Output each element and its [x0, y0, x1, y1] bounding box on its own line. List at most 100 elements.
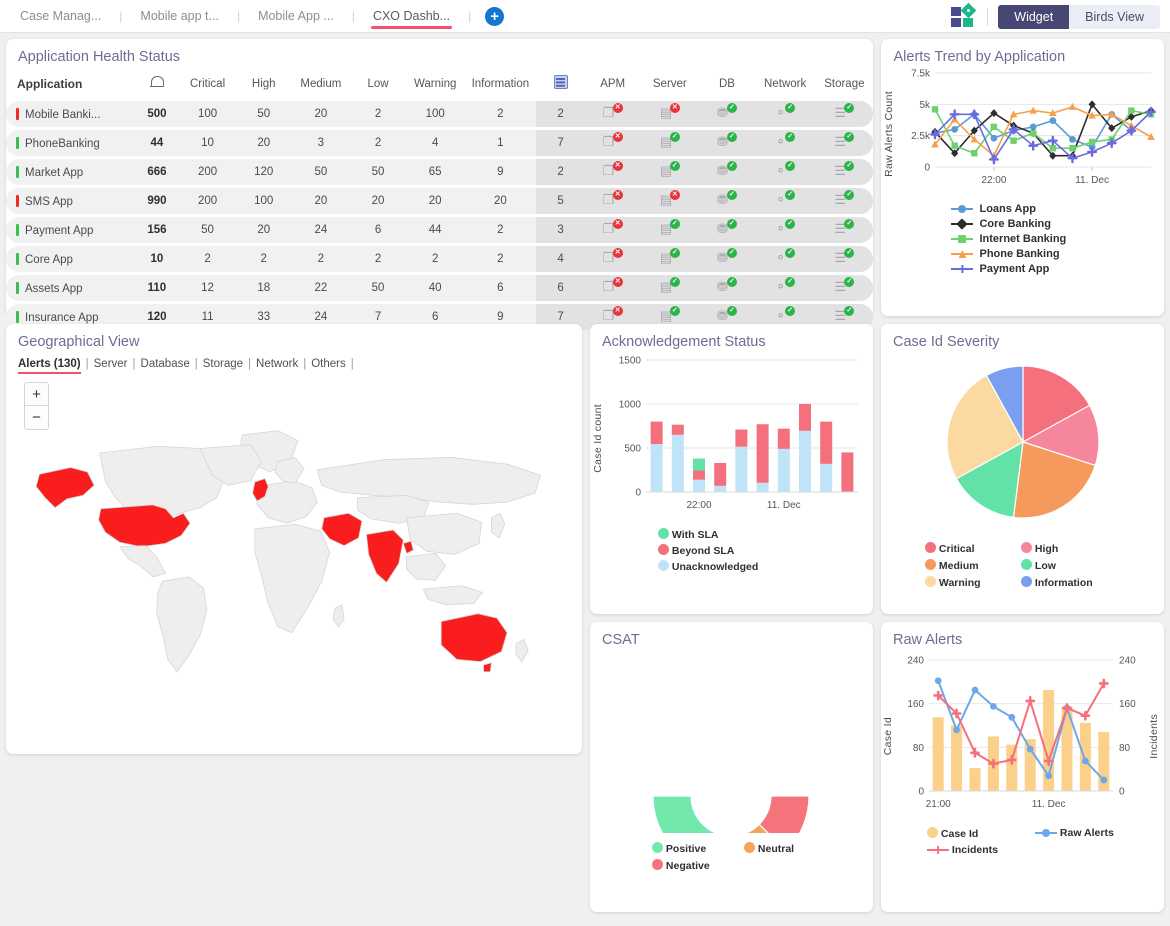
- column-header-db[interactable]: DB: [699, 69, 755, 101]
- legend-item[interactable]: Loans App: [951, 203, 1164, 215]
- gauge-segment-negative[interactable]: [758, 795, 810, 853]
- table-row[interactable]: Payment App 156 50 20 24 6 44 2 3 ❐ ✕ ▤ ✓ ⛃ ✓ ⚬ ✓ ☰ ✓: [6, 217, 874, 243]
- column-header-alerts[interactable]: [134, 69, 179, 101]
- widget-view-button[interactable]: Widget: [998, 4, 1070, 29]
- table-row[interactable]: Core App 10 2 2 2 2 2 2 4 ❐ ✕ ▤ ✓ ⛃ ✓ ⚬ ✓ ☰ ✓: [6, 246, 874, 272]
- map-region-china[interactable]: [406, 512, 482, 555]
- column-header-critical[interactable]: Critical: [179, 69, 235, 101]
- world-map[interactable]: + −: [16, 374, 572, 744]
- map-zoom-in-button[interactable]: +: [25, 383, 48, 406]
- column-header-information[interactable]: Information: [464, 69, 536, 101]
- column-header-medium[interactable]: Medium: [292, 69, 350, 101]
- map-region-new-zealand[interactable]: [515, 638, 529, 663]
- cell-apm[interactable]: ❐ ✕: [584, 217, 641, 243]
- bar-segment[interactable]: [777, 428, 790, 449]
- column-header-application[interactable]: Application: [6, 69, 134, 101]
- legend-item[interactable]: Negative: [652, 859, 744, 872]
- column-header-cases[interactable]: [536, 69, 584, 101]
- table-row[interactable]: Market App 666 200 120 50 50 65 9 2 ❐ ✕ ▤ ✓ ⛃ ✓ ⚬ ✓ ☰ ✓: [6, 159, 874, 185]
- table-row[interactable]: Mobile Banki... 500 100 50 20 2 100 2 2 ❐ ✕ ▤ ✕ ⛃ ✓ ⚬ ✓ ☰…: [6, 101, 874, 127]
- cell-db[interactable]: ⛃ ✓: [698, 275, 756, 301]
- column-header-storage[interactable]: Storage: [815, 69, 873, 101]
- cell-storage[interactable]: ☰ ✓: [815, 188, 874, 214]
- bar-segment[interactable]: [820, 463, 833, 492]
- cell-apm[interactable]: ❐ ✕: [584, 275, 641, 301]
- bar-segment[interactable]: [735, 429, 748, 447]
- cell-db[interactable]: ⛃ ✓: [698, 188, 756, 214]
- cell-server[interactable]: ▤ ✓: [640, 275, 699, 301]
- column-header-low[interactable]: Low: [350, 69, 406, 101]
- cell-server[interactable]: ▤ ✓: [640, 159, 699, 185]
- bar[interactable]: [1006, 744, 1018, 791]
- bar[interactable]: [951, 725, 963, 792]
- cell-network[interactable]: ⚬ ✓: [755, 217, 816, 243]
- legend-item[interactable]: Core Banking: [951, 218, 1164, 230]
- bar-segment[interactable]: [693, 470, 705, 480]
- map-region-middle-east[interactable]: [321, 512, 363, 546]
- legend-item[interactable]: Raw Alerts: [1035, 827, 1147, 840]
- bar-segment[interactable]: [693, 458, 705, 471]
- legend-item[interactable]: High: [1021, 542, 1131, 555]
- legend-item[interactable]: With SLA: [658, 528, 873, 541]
- alerts-trend-chart[interactable]: 0 2.5k 5k 7.5k 22:00 11. Dec: [897, 65, 1159, 197]
- map-region-india[interactable]: [366, 529, 404, 583]
- bar-segment[interactable]: [650, 444, 663, 492]
- map-region-scandinavia[interactable]: [274, 457, 305, 484]
- geo-tab-storage[interactable]: Storage: [203, 358, 243, 370]
- cell-db[interactable]: ⛃ ✓: [698, 159, 756, 185]
- geo-tab-alerts[interactable]: Alerts (130): [18, 358, 81, 374]
- legend-item[interactable]: Internet Banking: [951, 233, 1164, 245]
- legend-item[interactable]: Case Id: [927, 827, 1035, 840]
- map-region-bangladesh[interactable]: [402, 540, 414, 554]
- column-header-high[interactable]: High: [236, 69, 292, 101]
- bar[interactable]: [1079, 722, 1091, 791]
- bar-segment[interactable]: [799, 404, 811, 431]
- cell-network[interactable]: ⚬ ✓: [755, 188, 816, 214]
- map-region-madagascar[interactable]: [332, 604, 345, 628]
- cell-storage[interactable]: ☰ ✓: [815, 159, 874, 185]
- world-map-svg[interactable]: [16, 374, 572, 744]
- cell-storage[interactable]: ☰ ✓: [815, 246, 874, 272]
- case-id-severity-pie[interactable]: [881, 350, 1164, 535]
- bar-segment[interactable]: [820, 421, 833, 464]
- bar-segment[interactable]: [650, 421, 663, 445]
- tab-mobile-app[interactable]: Mobile App ...: [252, 0, 340, 33]
- add-tab-button[interactable]: +: [485, 6, 505, 26]
- cell-network[interactable]: ⚬ ✓: [755, 130, 816, 156]
- cell-server[interactable]: ▤ ✕: [640, 101, 699, 127]
- bar-segment[interactable]: [671, 424, 684, 435]
- map-zoom-out-button[interactable]: −: [25, 406, 48, 429]
- legend-item[interactable]: Unacknowledged: [658, 560, 873, 573]
- map-region-sea-asia[interactable]: [406, 553, 447, 581]
- cell-apm[interactable]: ❐ ✕: [584, 246, 641, 272]
- legend-item[interactable]: Neutral: [744, 842, 854, 855]
- legend-item[interactable]: Critical: [925, 542, 1021, 555]
- map-region-japan[interactable]: [491, 512, 506, 539]
- bar-segment[interactable]: [799, 430, 811, 492]
- bar-segment[interactable]: [693, 479, 705, 492]
- cell-db[interactable]: ⛃ ✓: [698, 101, 756, 127]
- cell-network[interactable]: ⚬ ✓: [755, 159, 816, 185]
- cell-apm[interactable]: ❐ ✕: [584, 159, 641, 185]
- bar-segment[interactable]: [714, 462, 727, 486]
- acknowledgement-chart[interactable]: 0 500 1000 1500 22:00 11. Dec: [606, 350, 868, 522]
- bar-segment[interactable]: [714, 485, 727, 492]
- geo-tab-database[interactable]: Database: [141, 358, 190, 370]
- map-region-australia[interactable]: [440, 613, 508, 663]
- cell-db[interactable]: ⛃ ✓: [698, 217, 756, 243]
- legend-item[interactable]: Medium: [925, 559, 1021, 572]
- map-region-mexico-ca[interactable]: [119, 545, 166, 578]
- column-header-server[interactable]: Server: [641, 69, 699, 101]
- cell-storage[interactable]: ☰ ✓: [815, 275, 874, 301]
- csat-gauge-chart[interactable]: [590, 648, 873, 875]
- map-region-alaska[interactable]: [35, 467, 95, 509]
- bar-segment[interactable]: [756, 424, 769, 483]
- cell-storage[interactable]: ☰ ✓: [815, 217, 874, 243]
- legend-item[interactable]: Warning: [925, 576, 1021, 589]
- legend-item[interactable]: Low: [1021, 559, 1131, 572]
- bar-segment[interactable]: [841, 452, 854, 492]
- cell-db[interactable]: ⛃ ✓: [698, 246, 756, 272]
- geo-tab-server[interactable]: Server: [94, 358, 128, 370]
- bar-segment[interactable]: [735, 446, 748, 492]
- birds-view-button[interactable]: Birds View: [1069, 4, 1160, 29]
